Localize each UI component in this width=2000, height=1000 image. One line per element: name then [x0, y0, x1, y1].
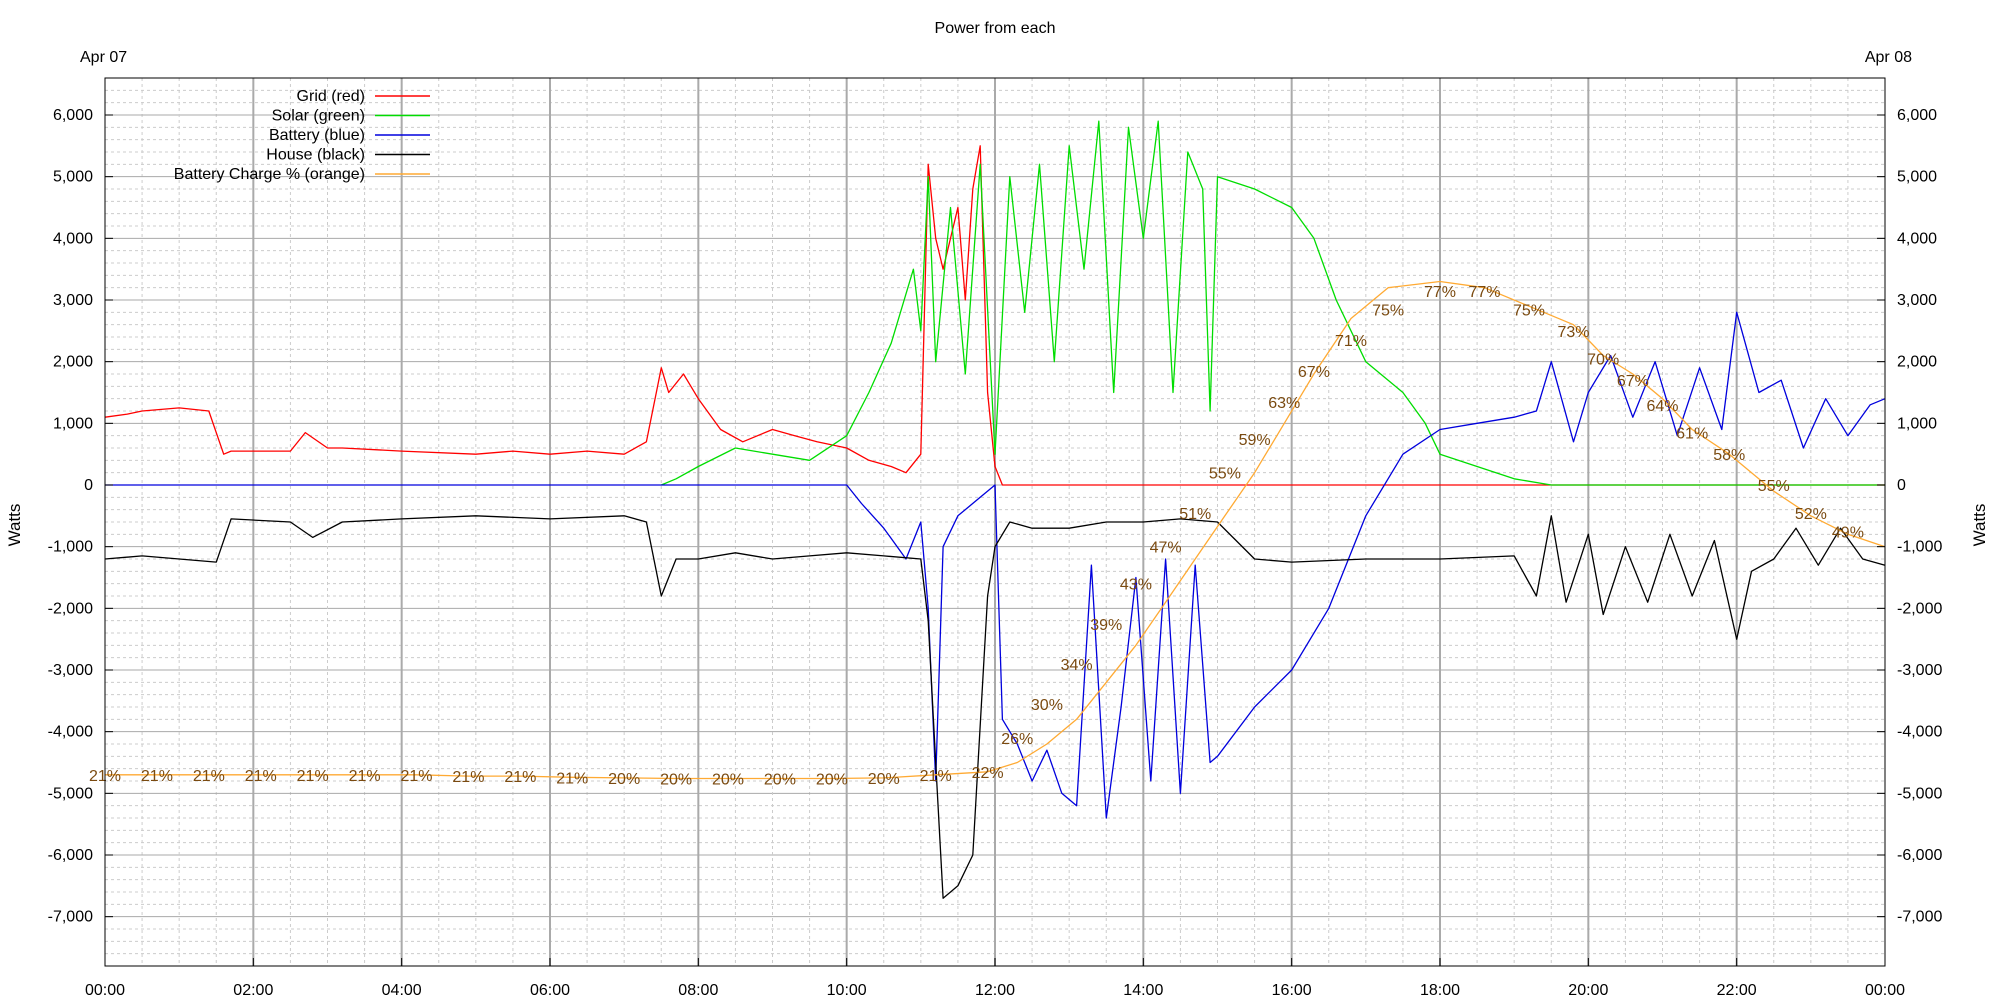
- power-chart: Power from each Apr 07 Apr 08 Watts Watt…: [5, 20, 1989, 999]
- x-tick-label: 12:00: [975, 982, 1015, 999]
- x-tick-label: 00:00: [1865, 982, 1905, 999]
- charge-percent-label: 67%: [1617, 373, 1649, 390]
- y-tick-label-right: 1,000: [1897, 415, 1937, 432]
- y-tick-label-right: 3,000: [1897, 292, 1937, 309]
- y-tick-label-left: 3,000: [53, 292, 93, 309]
- charge-percent-label: 77%: [1468, 284, 1500, 301]
- charge-percent-label: 51%: [1179, 506, 1211, 523]
- charge-percent-label: 39%: [1090, 617, 1122, 634]
- y-tick-label-left: 4,000: [53, 230, 93, 247]
- charge-percent-label: 21%: [297, 768, 329, 785]
- x-tick-label: 02:00: [233, 982, 273, 999]
- y-tick-label-left: 0: [84, 477, 93, 494]
- y-tick-label-left: -4,000: [48, 724, 93, 741]
- charge-percent-label: 52%: [1795, 506, 1827, 523]
- charge-percent-label: 64%: [1646, 398, 1678, 415]
- x-tick-label: 14:00: [1123, 982, 1163, 999]
- x-tick-label: 20:00: [1568, 982, 1608, 999]
- y-tick-label-right: -7,000: [1897, 909, 1942, 926]
- charge-percent-label: 20%: [764, 772, 796, 789]
- y-tick-label-right: 4,000: [1897, 230, 1937, 247]
- charge-percent-label: 55%: [1758, 478, 1790, 495]
- y-tick-label-right: -4,000: [1897, 724, 1942, 741]
- y-tick-label-left: -2,000: [48, 600, 93, 617]
- y-tick-label-left: 1,000: [53, 415, 93, 432]
- y-tick-label-left: -3,000: [48, 662, 93, 679]
- x-tick-label: 16:00: [1272, 982, 1312, 999]
- charge-percent-label: 20%: [816, 772, 848, 789]
- charge-percent-label: 47%: [1150, 540, 1182, 557]
- y-tick-label-right: 2,000: [1897, 354, 1937, 371]
- y-axis-label-right: Watts: [1970, 504, 1989, 547]
- charge-percent-label: 63%: [1268, 395, 1300, 412]
- y-tick-label-right: -1,000: [1897, 539, 1942, 556]
- x-tick-label: 06:00: [530, 982, 570, 999]
- y-tick-label-left: 5,000: [53, 169, 93, 186]
- charge-percent-label: 59%: [1239, 432, 1271, 449]
- y-tick-label-left: 6,000: [53, 107, 93, 124]
- charge-percent-label: 49%: [1832, 524, 1864, 541]
- chart-root: Power from each Apr 07 Apr 08 Watts Watt…: [0, 0, 2000, 1000]
- legend: Grid (red) Solar (green) Battery (blue) Hou…: [174, 88, 430, 183]
- charge-percent-label: 20%: [712, 772, 744, 789]
- x-tick-label: 04:00: [382, 982, 422, 999]
- chart-title: Power from each: [935, 20, 1056, 37]
- y-axis-label-left: Watts: [5, 504, 24, 547]
- charge-percent-label: 34%: [1061, 657, 1093, 674]
- grid: [105, 77, 1885, 967]
- charge-percent-label: 21%: [245, 768, 277, 785]
- charge-percent-label: 75%: [1513, 302, 1545, 319]
- y-tick-label-left: -1,000: [48, 539, 93, 556]
- end-date-label: Apr 08: [1865, 49, 1912, 66]
- legend-label: Grid (red): [297, 88, 365, 105]
- charge-percent-label: 20%: [608, 771, 640, 788]
- x-tick-label: 22:00: [1717, 982, 1757, 999]
- charge-percent-label: 21%: [349, 768, 381, 785]
- y-tick-label-right: 5,000: [1897, 169, 1937, 186]
- y-tick-label-left: 2,000: [53, 354, 93, 371]
- charge-percent-label: 71%: [1335, 333, 1367, 350]
- y-tick-label-left: -5,000: [48, 785, 93, 802]
- charge-percent-label: 21%: [452, 769, 484, 786]
- x-tick-label: 08:00: [678, 982, 718, 999]
- y-tick-label-right: -6,000: [1897, 847, 1942, 864]
- legend-label: Battery Charge % (orange): [174, 166, 365, 183]
- legend-label: Battery (blue): [269, 127, 365, 144]
- charge-percent-label: 21%: [920, 768, 952, 785]
- charge-percent-label: 26%: [1001, 731, 1033, 748]
- charge-percent-label: 73%: [1557, 324, 1589, 341]
- charge-percent-label: 22%: [972, 765, 1004, 782]
- charge-percent-label: 75%: [1372, 302, 1404, 319]
- charge-percent-label: 20%: [868, 771, 900, 788]
- charge-percent-labels: 21% 21% 21% 21% 21% 21% 21% 21% 21% 21% 20% 20% 20% 2…: [89, 284, 1864, 789]
- charge-percent-label: 21%: [400, 768, 432, 785]
- charge-percent-label: 21%: [504, 769, 536, 786]
- y-tick-label-left: -6,000: [48, 847, 93, 864]
- x-tick-label: 00:00: [85, 982, 125, 999]
- y-tick-label-left: -7,000: [48, 909, 93, 926]
- legend-label: House (black): [266, 147, 365, 164]
- legend-label: Solar (green): [272, 108, 365, 125]
- y-tick-label-right: 0: [1897, 477, 1906, 494]
- charge-percent-label: 55%: [1209, 466, 1241, 483]
- charge-percent-label: 70%: [1587, 352, 1619, 369]
- y-tick-label-right: -3,000: [1897, 662, 1942, 679]
- y-tick-label-right: 6,000: [1897, 107, 1937, 124]
- charge-percent-label: 21%: [193, 768, 225, 785]
- y-tick-label-right: -2,000: [1897, 600, 1942, 617]
- charge-percent-label: 67%: [1298, 364, 1330, 381]
- start-date-label: Apr 07: [80, 49, 127, 66]
- charge-percent-label: 58%: [1713, 447, 1745, 464]
- charge-percent-label: 77%: [1424, 284, 1456, 301]
- charge-percent-label: 20%: [660, 772, 692, 789]
- charge-percent-label: 21%: [141, 768, 173, 785]
- charge-percent-label: 30%: [1031, 697, 1063, 714]
- charge-percent-label: 43%: [1120, 577, 1152, 594]
- charge-percent-label: 21%: [556, 770, 588, 787]
- x-tick-label: 18:00: [1420, 982, 1460, 999]
- y-tick-label-right: -5,000: [1897, 785, 1942, 802]
- x-tick-label: 10:00: [827, 982, 867, 999]
- charge-percent-label: 61%: [1676, 426, 1708, 443]
